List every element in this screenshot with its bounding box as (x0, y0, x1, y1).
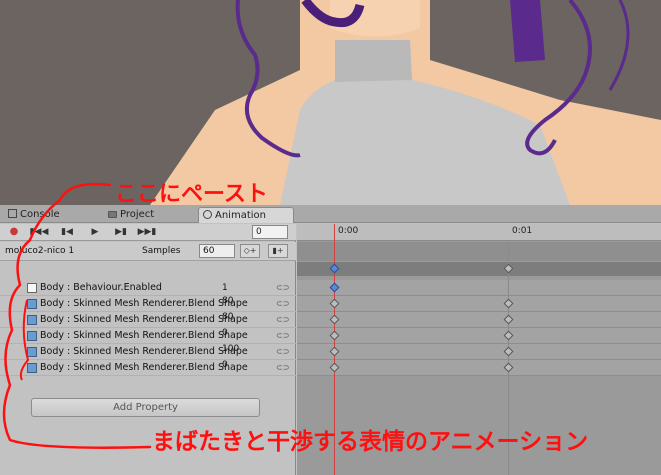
tab-bar: Console Project Animation (0, 205, 661, 223)
tab-animation[interactable]: Animation (198, 207, 294, 223)
tab-console[interactable]: Console (4, 207, 94, 223)
samples-field[interactable]: 60 (199, 244, 235, 258)
character-render (0, 0, 661, 205)
play-icon[interactable]: ▶ (84, 225, 106, 239)
next-frame-icon[interactable]: ▶▮ (110, 225, 132, 239)
time-ruler[interactable]: 0:00 0:01 (297, 224, 661, 241)
curve-toggle-icon[interactable]: ⊂⊃ (276, 296, 289, 312)
keyframe-track[interactable] (297, 280, 661, 296)
curve-toggle-icon[interactable]: ⊂⊃ (276, 360, 289, 376)
property-label: Body : Behaviour.Enabled (40, 282, 162, 293)
keyframe-track[interactable] (297, 344, 661, 360)
add-event-button[interactable]: ▮+ (268, 244, 288, 258)
curve-toggle-icon[interactable]: ⊂⊃ (276, 328, 289, 344)
annotation-expression-anim: まばたきと干渉する表情のアニメーション (152, 429, 589, 455)
property-value[interactable]: 0 (222, 325, 228, 341)
add-keyframe-button[interactable]: ◇+ (240, 244, 260, 258)
event-lane[interactable] (297, 242, 661, 261)
property-value[interactable]: 0 (222, 357, 228, 373)
property-label: Body : Skinned Mesh Renderer.Blend Shape (40, 298, 248, 309)
property-row[interactable]: Body : Skinned Mesh Renderer.Blend Shape… (0, 296, 296, 312)
property-row[interactable]: Body : Skinned Mesh Renderer.Blend Shape… (0, 344, 296, 360)
property-value[interactable]: 80 (222, 309, 233, 325)
tab-project[interactable]: Project (104, 207, 194, 223)
property-row[interactable]: Body : Behaviour.Enabled 1 ⊂⊃ (0, 280, 296, 296)
ruler-label-1s: 0:01 (512, 226, 533, 236)
record-icon[interactable]: ● (3, 225, 25, 239)
summary-track[interactable] (297, 262, 661, 276)
skinned-mesh-icon (27, 315, 37, 325)
skinned-mesh-icon (27, 331, 37, 341)
frame-field[interactable]: 0 (252, 225, 288, 239)
curve-toggle-icon[interactable]: ⊂⊃ (276, 280, 289, 296)
samples-label: Samples (142, 246, 181, 256)
clip-bar: moluco2-nico 1 Samples 60 ◇+ ▮+ (0, 242, 296, 261)
last-frame-icon[interactable]: ▶▶▮ (136, 225, 158, 239)
playback-controls: ● ▮◀◀ ▮◀ ▶ ▶▮ ▶▶▮ 0 (0, 224, 296, 241)
skinned-mesh-icon (27, 363, 37, 373)
add-property-button[interactable]: Add Property (31, 398, 260, 417)
property-row[interactable]: Body : Skinned Mesh Renderer.Blend Shape… (0, 328, 296, 344)
keyframe-track[interactable] (297, 312, 661, 328)
curve-toggle-icon[interactable]: ⊂⊃ (276, 312, 289, 328)
tab-animation-label: Animation (215, 210, 266, 221)
property-label: Body : Skinned Mesh Renderer.Blend Shape (40, 362, 248, 373)
tab-project-label: Project (120, 209, 155, 220)
ruler-label-start: 0:00 (338, 226, 359, 236)
tab-console-label: Console (20, 209, 60, 220)
keyframe-track[interactable] (297, 360, 661, 376)
console-icon (8, 209, 17, 218)
scene-viewport[interactable] (0, 0, 661, 205)
curve-toggle-icon[interactable]: ⊂⊃ (276, 344, 289, 360)
property-row[interactable]: Body : Skinned Mesh Renderer.Blend Shape… (0, 312, 296, 328)
property-label: Body : Skinned Mesh Renderer.Blend Shape (40, 346, 248, 357)
property-label: Body : Skinned Mesh Renderer.Blend Shape (40, 330, 248, 341)
prev-frame-icon[interactable]: ▮◀ (56, 225, 78, 239)
skinned-mesh-icon (27, 299, 37, 309)
first-frame-icon[interactable]: ▮◀◀ (28, 225, 50, 239)
property-value[interactable]: 80 (222, 293, 233, 309)
skinned-mesh-icon (27, 347, 37, 357)
script-icon (27, 283, 37, 293)
clock-icon (203, 210, 212, 219)
keyframe-track[interactable] (297, 296, 661, 312)
property-label: Body : Skinned Mesh Renderer.Blend Shape (40, 314, 248, 325)
annotation-paste-here: ここにペースト (115, 182, 268, 207)
property-row[interactable]: Body : Skinned Mesh Renderer.Blend Shape… (0, 360, 296, 376)
clip-selector[interactable]: moluco2-nico 1 (5, 246, 74, 256)
property-value[interactable]: 100 (222, 341, 239, 357)
keyframe-track[interactable] (297, 328, 661, 344)
folder-icon (108, 211, 117, 218)
